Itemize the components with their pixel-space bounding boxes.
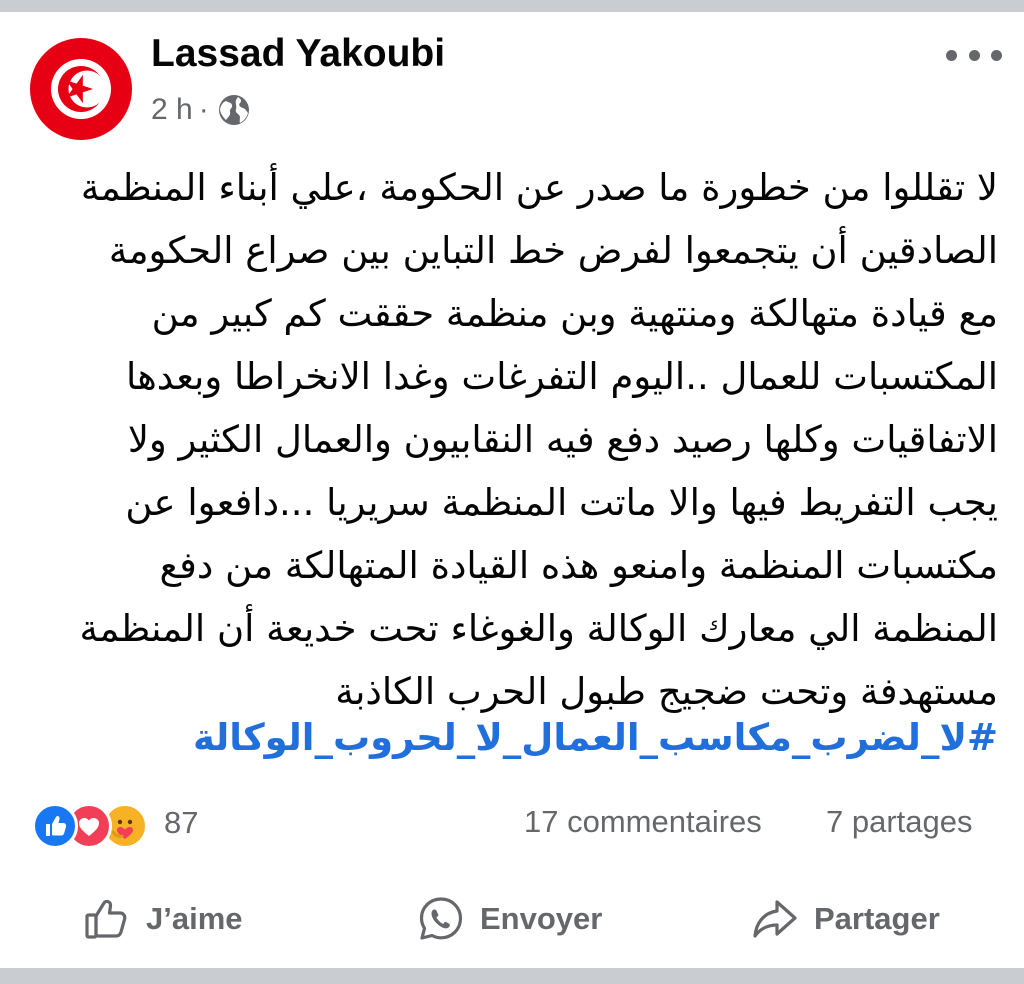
- share-arrow-icon: [750, 894, 800, 944]
- post-line: لا تقللوا من خطورة ما صدر عن الحكومة ،عل…: [80, 166, 998, 209]
- post-line: يجب التفريط فيها والا ماتت المنظمة سريري…: [125, 481, 998, 524]
- post-line: الصادقين أن يتجمعوا لفرض خط التباين بين …: [108, 229, 998, 272]
- share-label: Partager: [814, 901, 940, 936]
- share-button[interactable]: Partager: [750, 884, 940, 954]
- comments-count[interactable]: 17 commentaires: [524, 804, 762, 840]
- send-label: Envoyer: [480, 901, 603, 936]
- post-line: الاتفاقيات وكلها رصيد دفع فيه النقابيون …: [127, 418, 998, 461]
- avatar[interactable]: [30, 38, 132, 140]
- post-time[interactable]: 2 h: [151, 93, 193, 127]
- more-dot: [968, 49, 980, 61]
- reaction-icons: [32, 800, 156, 849]
- post-line: المكتسبات للعمال ..اليوم التفرغات وغدا ا…: [126, 355, 998, 398]
- post-text: لا تقللوا من خطورة ما صدر عن الحكومة ،عل…: [40, 156, 998, 723]
- send-button[interactable]: Envoyer: [416, 884, 602, 954]
- top-divider: [0, 0, 1024, 12]
- post-line: مع قيادة متهالكة ومنتهية وبن منظمة حققت …: [151, 292, 998, 335]
- post-meta: 2 h ·: [151, 90, 251, 130]
- more-dots-icon: [946, 49, 957, 61]
- bottom-divider: [0, 968, 1024, 984]
- author-name[interactable]: Lassad Yakoubi: [151, 32, 445, 76]
- hashtag-link[interactable]: #لا_لضرب_مكاسب_العمال_لا_لحروب_الوكالة: [40, 716, 998, 759]
- tunisia-flag-icon: [30, 38, 132, 140]
- more-dot: [991, 49, 1002, 61]
- whatsapp-icon: [416, 894, 466, 944]
- like-label: J’aime: [146, 901, 243, 936]
- post-line: مستهدفة وتحت ضجيج طبول الحرب الكاذبة: [335, 670, 998, 713]
- meta-separator: ·: [198, 93, 209, 126]
- post-line: مكتسبات المنظمة وامنعو هذه القيادة المته…: [159, 544, 998, 587]
- like-icon: [32, 803, 78, 849]
- reactions-count: 87: [164, 805, 199, 840]
- globe-icon[interactable]: [217, 93, 251, 127]
- shares-count[interactable]: 7 partages: [826, 804, 973, 840]
- like-button[interactable]: J’aime: [82, 884, 243, 954]
- post-line: المنظمة الي معارك الوكالة والغوغاء تحت خ…: [79, 607, 998, 650]
- reactions-summary[interactable]: 87: [32, 800, 199, 849]
- action-bar: J’aime Envoyer Partager: [0, 884, 1024, 954]
- thumbs-up-icon: [82, 894, 132, 944]
- more-options-button[interactable]: [946, 38, 1002, 72]
